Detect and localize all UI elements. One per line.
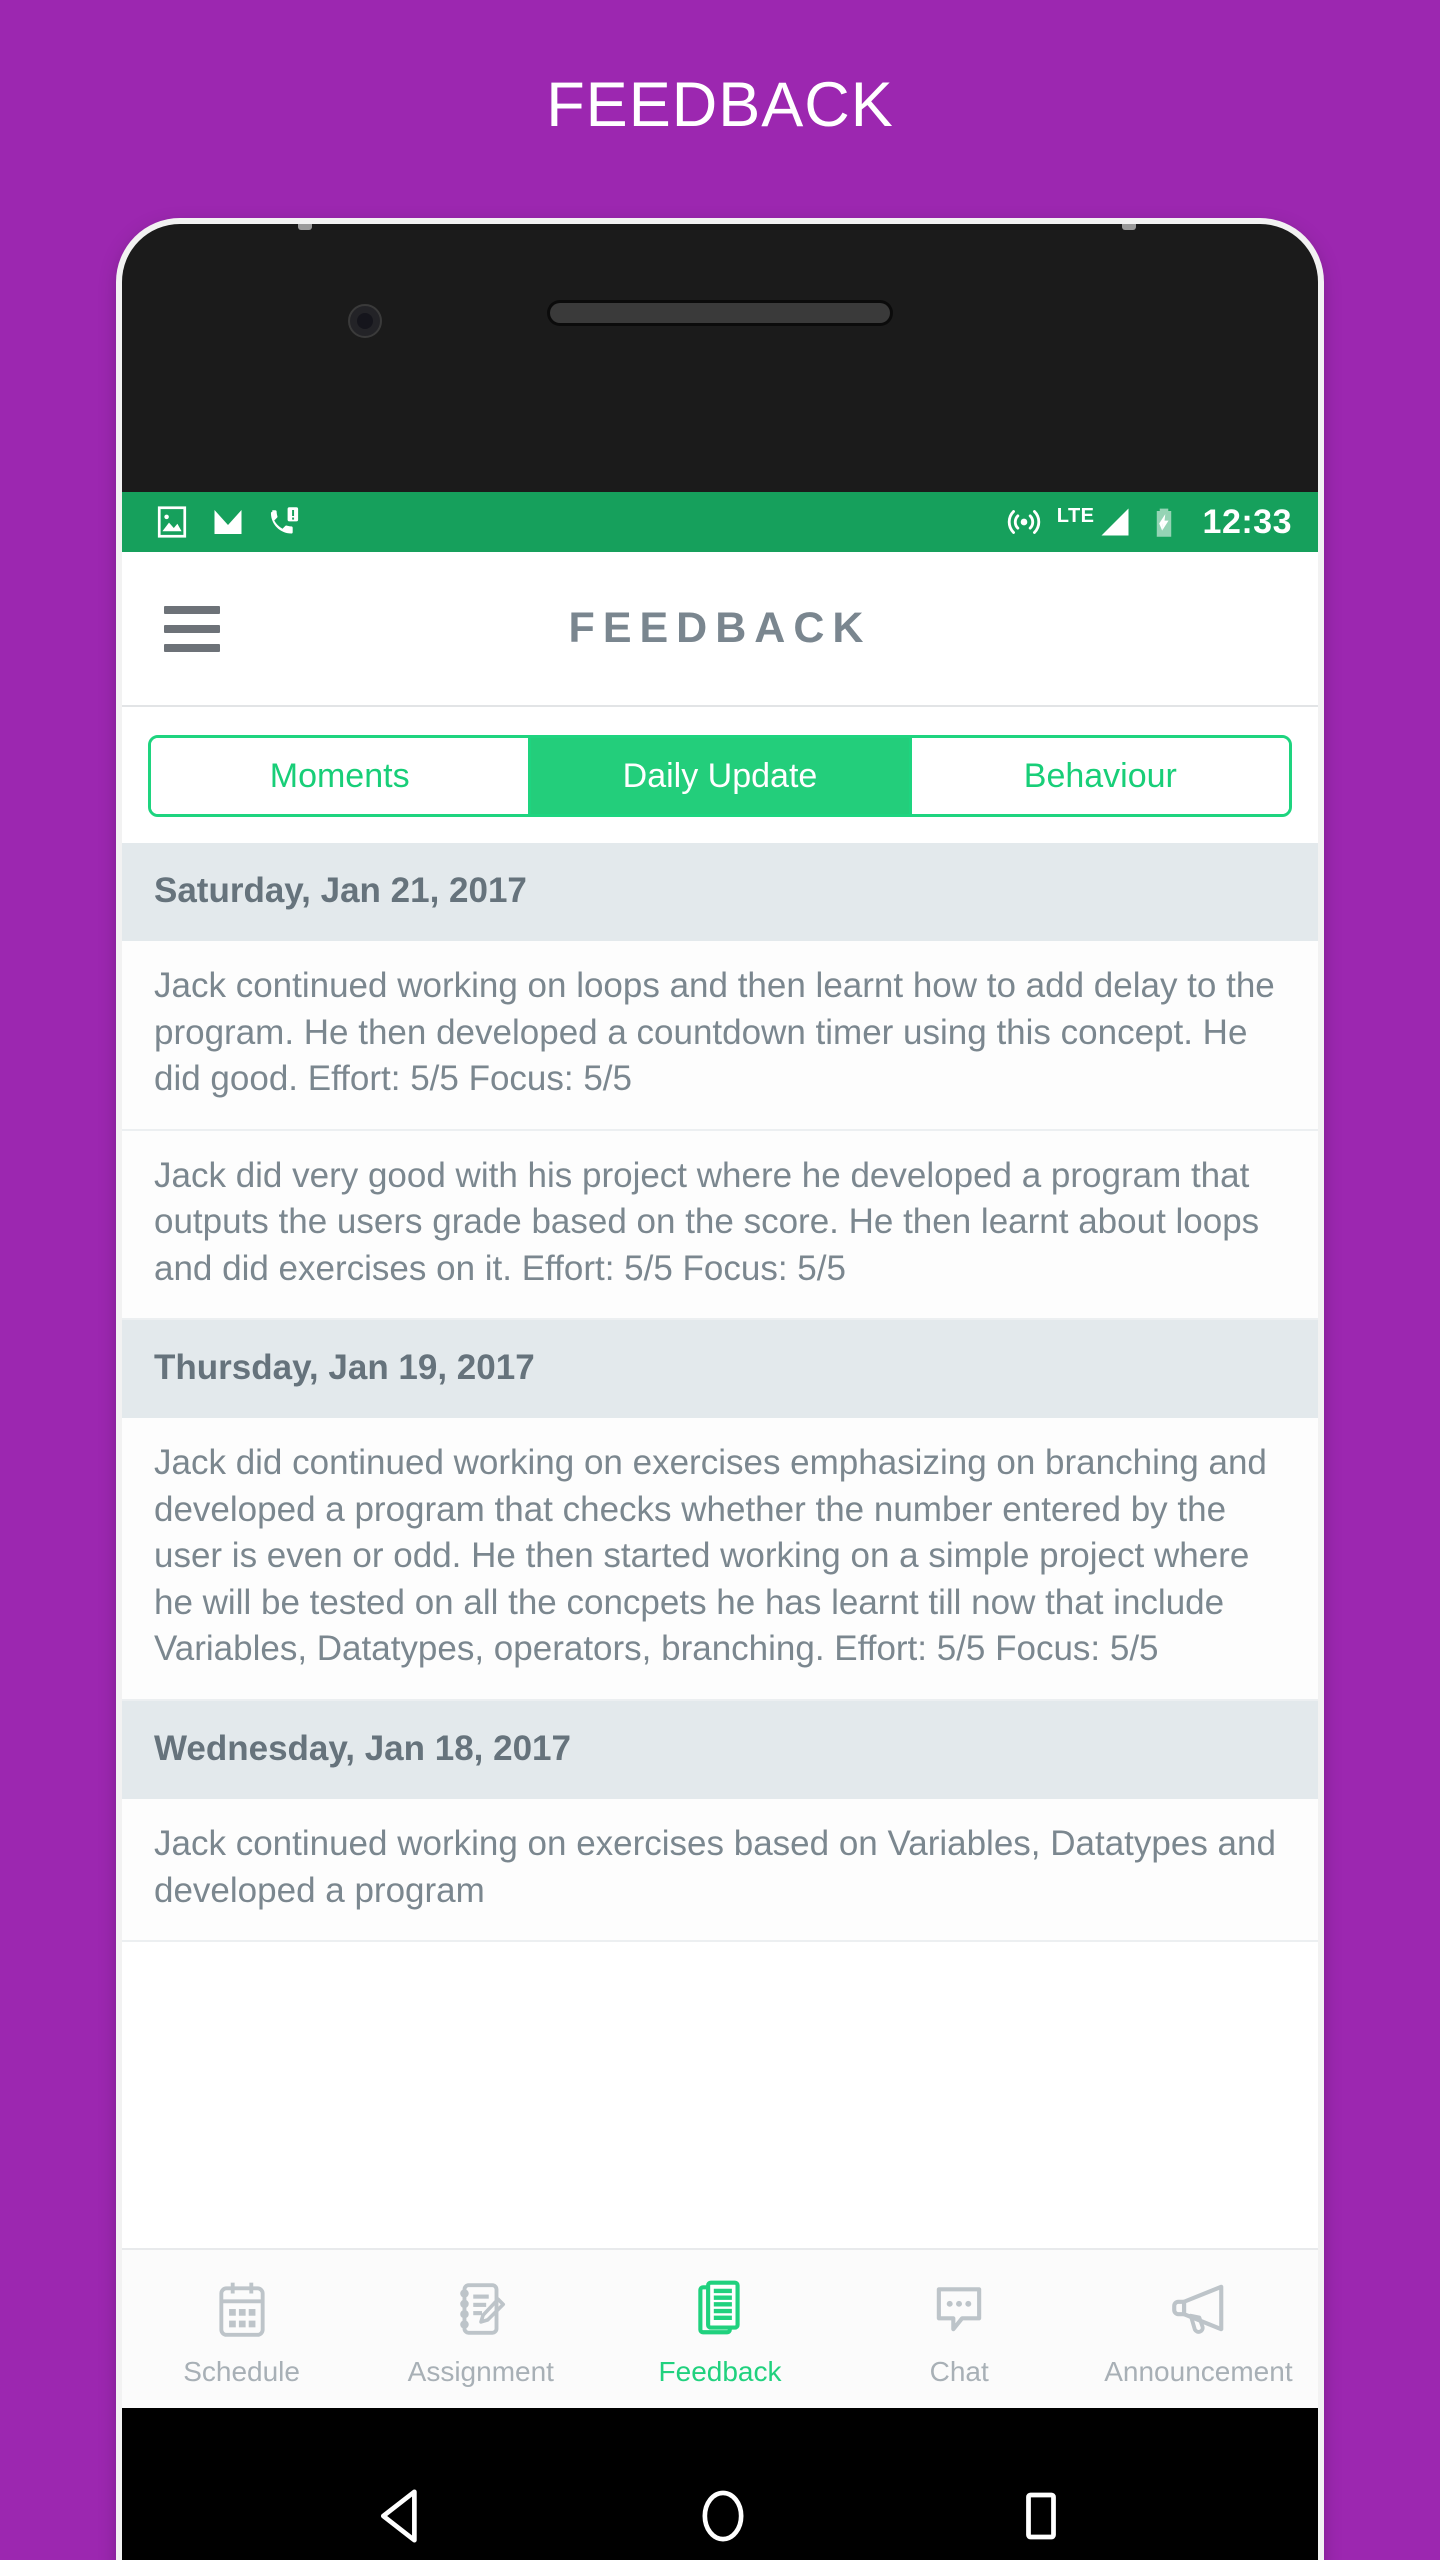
nav-item-schedule[interactable]: Schedule bbox=[122, 2270, 361, 2388]
feedback-entry[interactable]: Jack did very good with his project wher… bbox=[122, 1130, 1318, 1321]
device-top-notch-right bbox=[1122, 224, 1136, 230]
megaphone-icon bbox=[1167, 2270, 1229, 2348]
home-circle-icon[interactable] bbox=[690, 2483, 756, 2549]
status-bar: LTE 12:33 bbox=[122, 492, 1318, 552]
android-system-nav-bar bbox=[122, 2408, 1318, 2560]
hamburger-menu-icon[interactable] bbox=[164, 605, 220, 652]
nav-item-chat[interactable]: Chat bbox=[840, 2270, 1079, 2388]
feedback-feed-list[interactable]: Saturday, Jan 21, 2017 Jack continued wo… bbox=[122, 843, 1318, 2223]
feedback-entry[interactable]: Jack continued working on loops and then… bbox=[122, 941, 1318, 1131]
nav-label-announcement: Announcement bbox=[1104, 2356, 1293, 2387]
hotspot-icon bbox=[1007, 510, 1040, 534]
feedback-entry[interactable]: Jack continued working on exercises base… bbox=[122, 1799, 1318, 1943]
mail-icon bbox=[214, 510, 242, 534]
date-header: Wednesday, Jan 18, 2017 bbox=[122, 1701, 1318, 1800]
front-camera-icon bbox=[348, 304, 382, 338]
chat-bubble-icon bbox=[928, 2270, 990, 2348]
tab-moments[interactable]: Moments bbox=[151, 738, 532, 814]
phone-device-frame: LTE 12:33 FEEDBACK Moments Daily Update … bbox=[122, 224, 1318, 2560]
app-bar: FEEDBACK bbox=[122, 552, 1318, 707]
tab-behaviour[interactable]: Behaviour bbox=[911, 738, 1289, 814]
date-header: Thursday, Jan 19, 2017 bbox=[122, 1320, 1318, 1419]
battery-charging-icon bbox=[1156, 508, 1171, 537]
bottom-navigation-bar: Schedule Assignment Feedback Chat Announ… bbox=[122, 2248, 1318, 2408]
nav-label-schedule: Schedule bbox=[183, 2356, 300, 2387]
tab-bar: Moments Daily Update Behaviour bbox=[122, 707, 1318, 843]
missed-call-icon bbox=[270, 507, 299, 534]
nav-label-chat: Chat bbox=[929, 2356, 989, 2387]
status-bar-clock: 12:33 bbox=[1202, 502, 1292, 541]
lte-label: LTE bbox=[1056, 505, 1095, 527]
nav-label-assignment: Assignment bbox=[407, 2356, 554, 2387]
nav-item-announcement[interactable]: Announcement bbox=[1079, 2270, 1318, 2388]
notepad-pen-icon bbox=[450, 2270, 512, 2348]
status-bar-left-icons bbox=[154, 504, 302, 540]
nav-label-feedback: Feedback bbox=[658, 2356, 782, 2387]
document-icon bbox=[689, 2270, 751, 2348]
lte-signal-icon: LTE bbox=[1057, 504, 1133, 540]
image-icon bbox=[157, 506, 187, 538]
page-banner: FEEDBACK bbox=[0, 0, 1440, 210]
phone-screen: LTE 12:33 FEEDBACK Moments Daily Update … bbox=[122, 492, 1318, 2408]
app-bar-title: FEEDBACK bbox=[568, 604, 872, 652]
nav-item-feedback[interactable]: Feedback bbox=[600, 2270, 839, 2388]
calendar-icon bbox=[211, 2270, 273, 2348]
earpiece-speaker bbox=[550, 303, 890, 323]
back-triangle-icon[interactable] bbox=[369, 2483, 435, 2549]
device-top-notch-left bbox=[298, 224, 312, 230]
date-header: Saturday, Jan 21, 2017 bbox=[122, 843, 1318, 941]
tab-daily-update[interactable]: Daily Update bbox=[531, 738, 912, 814]
feedback-entry[interactable]: Jack did continued working on exercises … bbox=[122, 1418, 1318, 1702]
signal-bars-icon bbox=[1101, 508, 1129, 536]
nav-item-assignment[interactable]: Assignment bbox=[361, 2270, 600, 2388]
recents-square-icon[interactable] bbox=[1011, 2486, 1071, 2546]
page-title: FEEDBACK bbox=[546, 69, 894, 140]
status-bar-right-icons: LTE 12:33 bbox=[1005, 503, 1292, 542]
